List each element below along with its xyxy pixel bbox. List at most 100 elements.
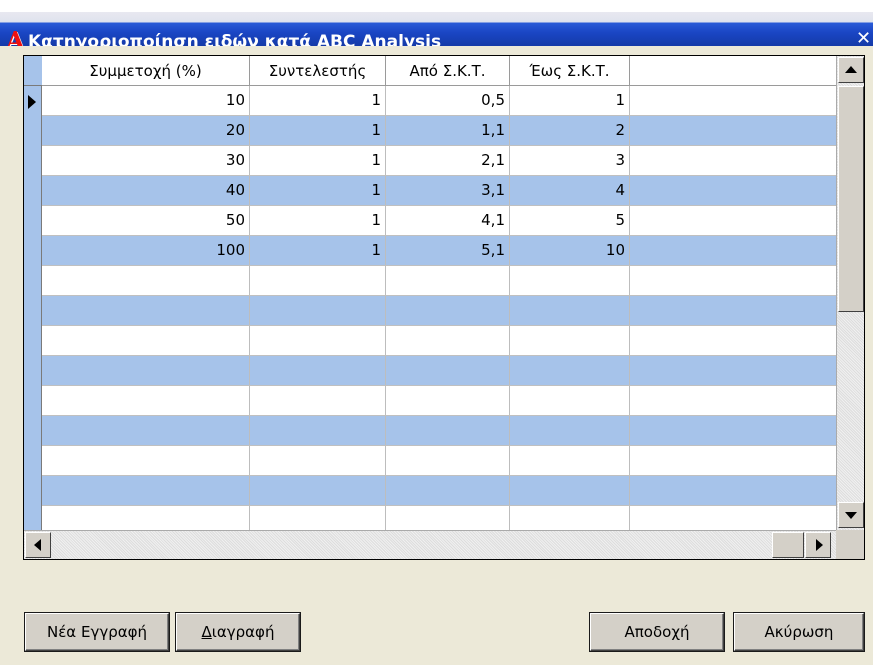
table-cell[interactable] <box>250 446 386 475</box>
table-cell[interactable]: 50 <box>42 206 250 235</box>
table-row[interactable] <box>42 476 836 506</box>
table-cell[interactable]: 5 <box>510 206 630 235</box>
table-cell[interactable] <box>630 146 836 175</box>
table-row[interactable]: 50 1 4,1 5 <box>42 206 836 236</box>
table-cell[interactable] <box>630 476 836 505</box>
table-cell[interactable] <box>250 326 386 355</box>
table-cell[interactable]: 2,1 <box>386 146 510 175</box>
table-cell[interactable] <box>386 416 510 445</box>
table-cell[interactable] <box>630 116 836 145</box>
table-cell[interactable]: 20 <box>42 116 250 145</box>
table-cell[interactable] <box>250 296 386 325</box>
table-cell[interactable]: 1 <box>250 116 386 145</box>
accept-button[interactable]: Αποδοχή <box>590 613 724 651</box>
table-cell[interactable]: 3,1 <box>386 176 510 205</box>
table-cell[interactable]: 2 <box>510 116 630 145</box>
table-cell[interactable] <box>510 326 630 355</box>
table-row[interactable] <box>42 386 836 416</box>
table-cell[interactable] <box>630 386 836 415</box>
table-cell[interactable] <box>42 476 250 505</box>
table-row[interactable] <box>42 296 836 326</box>
table-cell[interactable] <box>42 296 250 325</box>
table-cell[interactable]: 1 <box>510 86 630 115</box>
table-cell[interactable] <box>250 416 386 445</box>
table-cell[interactable] <box>630 206 836 235</box>
delete-button[interactable]: Διαγραφή <box>176 613 300 651</box>
new-record-button[interactable]: Νέα Εγγραφή <box>25 613 169 651</box>
table-cell[interactable] <box>510 416 630 445</box>
vertical-scroll-thumb[interactable] <box>838 86 864 312</box>
table-cell[interactable] <box>510 356 630 385</box>
table-cell[interactable] <box>42 386 250 415</box>
table-cell[interactable] <box>386 326 510 355</box>
table-cell[interactable]: 40 <box>42 176 250 205</box>
table-cell[interactable]: 100 <box>42 236 250 265</box>
vertical-scrollbar[interactable] <box>836 56 864 530</box>
table-row[interactable] <box>42 446 836 476</box>
scroll-down-button[interactable] <box>838 502 864 528</box>
table-cell[interactable]: 1 <box>250 206 386 235</box>
table-cell[interactable]: 1 <box>250 146 386 175</box>
scroll-left-button[interactable] <box>25 532 51 558</box>
close-button[interactable]: ✕ <box>856 26 873 46</box>
table-cell[interactable] <box>250 356 386 385</box>
horizontal-scrollbar[interactable] <box>24 530 836 559</box>
table-cell[interactable]: 3 <box>510 146 630 175</box>
table-cell[interactable] <box>510 476 630 505</box>
table-cell[interactable] <box>386 476 510 505</box>
column-header-coefficient[interactable]: Συντελεστής <box>250 56 386 86</box>
table-cell[interactable] <box>510 386 630 415</box>
table-cell[interactable] <box>510 266 630 295</box>
table-row[interactable] <box>42 266 836 296</box>
table-cell[interactable] <box>386 386 510 415</box>
table-cell[interactable] <box>250 476 386 505</box>
table-cell[interactable] <box>630 326 836 355</box>
table-cell[interactable] <box>386 266 510 295</box>
table-cell[interactable] <box>42 416 250 445</box>
table-row[interactable]: 100 1 5,1 10 <box>42 236 836 266</box>
table-cell[interactable]: 4,1 <box>386 206 510 235</box>
table-cell[interactable] <box>42 356 250 385</box>
table-row[interactable] <box>42 416 836 446</box>
table-cell[interactable] <box>42 326 250 355</box>
table-cell[interactable] <box>250 386 386 415</box>
column-header-participation[interactable]: Συμμετοχή (%) <box>42 56 250 86</box>
table-cell[interactable] <box>630 176 836 205</box>
table-row[interactable]: 20 1 1,1 2 <box>42 116 836 146</box>
table-cell[interactable]: 5,1 <box>386 236 510 265</box>
table-row[interactable] <box>42 326 836 356</box>
table-row[interactable]: 10 1 0,5 1 <box>42 86 836 116</box>
scroll-right-button[interactable] <box>805 532 831 558</box>
table-cell[interactable]: 0,5 <box>386 86 510 115</box>
table-cell[interactable] <box>42 446 250 475</box>
table-cell[interactable] <box>630 446 836 475</box>
table-cell[interactable]: 4 <box>510 176 630 205</box>
table-cell[interactable] <box>386 356 510 385</box>
table-row[interactable]: 30 1 2,1 3 <box>42 146 836 176</box>
column-header-to-skt[interactable]: Έως Σ.Κ.Τ. <box>510 56 630 86</box>
table-cell[interactable] <box>630 356 836 385</box>
horizontal-scroll-thumb[interactable] <box>772 532 804 558</box>
table-cell[interactable] <box>42 266 250 295</box>
table-cell[interactable]: 1 <box>250 86 386 115</box>
table-cell[interactable] <box>630 236 836 265</box>
table-row[interactable]: 40 1 3,1 4 <box>42 176 836 206</box>
minimize-button[interactable] <box>770 30 812 46</box>
table-cell[interactable]: 10 <box>42 86 250 115</box>
table-cell[interactable] <box>250 266 386 295</box>
table-cell[interactable] <box>630 416 836 445</box>
table-cell[interactable]: 10 <box>510 236 630 265</box>
table-cell[interactable]: 1 <box>250 176 386 205</box>
column-header-from-skt[interactable]: Από Σ.Κ.Τ. <box>386 56 510 86</box>
table-cell[interactable] <box>630 266 836 295</box>
cancel-button[interactable]: Ακύρωση <box>734 613 864 651</box>
table-cell[interactable] <box>630 296 836 325</box>
table-cell[interactable] <box>630 86 836 115</box>
table-cell[interactable] <box>386 446 510 475</box>
table-cell[interactable] <box>510 296 630 325</box>
table-cell[interactable]: 1,1 <box>386 116 510 145</box>
table-cell[interactable]: 30 <box>42 146 250 175</box>
table-cell[interactable]: 1 <box>250 236 386 265</box>
table-row[interactable] <box>42 356 836 386</box>
table-cell[interactable] <box>386 296 510 325</box>
